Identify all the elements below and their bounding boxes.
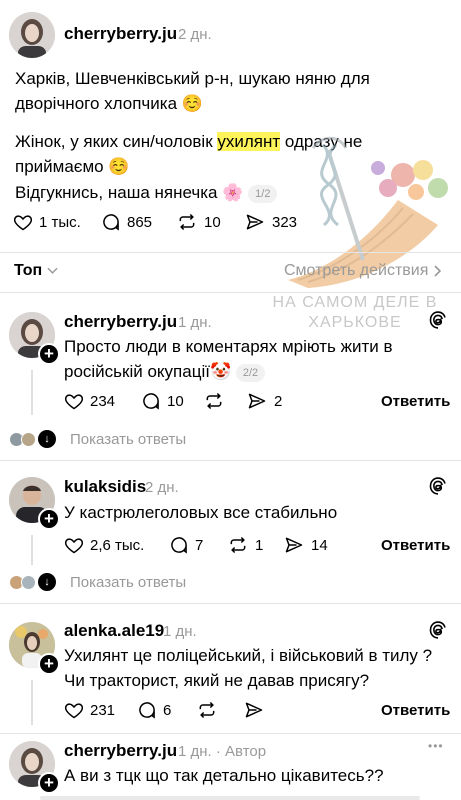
repost-count: 10 <box>204 213 221 231</box>
comment-text: Просто люди в коментарях мріють жити в р… <box>64 334 414 384</box>
comment-action[interactable]: 865 <box>101 212 152 232</box>
page-indicator-pill: 2/2 <box>235 363 266 382</box>
replier-avatar <box>21 575 36 590</box>
reply-button[interactable]: Ответить <box>381 393 450 410</box>
share-icon <box>245 702 263 718</box>
repost-action[interactable]: 1 <box>227 535 263 555</box>
threads-logo-icon[interactable] <box>428 620 448 640</box>
repost-icon <box>230 536 246 554</box>
comment-action[interactable]: 10 <box>141 391 184 411</box>
arrow-down-icon: ↓ <box>38 430 56 448</box>
chevron-down-icon <box>47 267 58 274</box>
divider <box>0 603 461 604</box>
bottom-bar <box>40 796 420 800</box>
like-count: 231 <box>90 701 116 719</box>
like-action[interactable]: 234 <box>64 391 115 411</box>
comment-time: 1 дн. · Автор <box>178 743 267 760</box>
post-avatar[interactable] <box>9 12 55 58</box>
share-action[interactable] <box>243 700 271 720</box>
share-action[interactable]: 14 <box>283 535 328 555</box>
repost-action[interactable] <box>196 700 224 720</box>
comment-count: 865 <box>127 213 153 231</box>
heart-icon <box>64 703 84 719</box>
comment-time: 1 дн. <box>178 314 212 331</box>
threads-logo-icon[interactable] <box>428 310 448 330</box>
heart-icon <box>64 538 84 554</box>
like-count: 2,6 тыс. <box>90 536 145 554</box>
comment-text-body: Просто люди в коментарях мріють жити в р… <box>64 337 393 381</box>
comment-action[interactable]: 7 <box>169 535 203 555</box>
share-count: 2 <box>274 392 283 410</box>
reply-button[interactable]: Ответить <box>381 537 450 554</box>
repost-action[interactable] <box>203 391 231 411</box>
follow-plus-button[interactable]: + <box>38 653 60 675</box>
repost-action[interactable]: 10 <box>176 212 221 232</box>
sort-label: Топ <box>14 262 43 279</box>
chevron-right-icon <box>434 265 442 277</box>
comment-icon <box>103 214 119 231</box>
show-replies-link[interactable]: Показать ответы <box>70 574 186 591</box>
like-count: 1 тыс. <box>39 213 81 231</box>
arrow-down-icon: ↓ <box>38 573 56 591</box>
follow-plus-button[interactable]: + <box>38 508 60 530</box>
like-action[interactable]: 1 тыс. <box>13 212 81 232</box>
comment-time: 2 дн. <box>145 479 179 496</box>
comment-username[interactable]: cherryberry.ju <box>64 312 177 332</box>
like-action[interactable]: 2,6 тыс. <box>64 535 144 555</box>
divider <box>0 252 461 253</box>
reply-button[interactable]: Ответить <box>381 702 450 719</box>
repost-icon <box>206 392 222 410</box>
comment-username[interactable]: alenka.ale19 <box>64 621 164 641</box>
comment-icon <box>171 537 187 554</box>
view-actions-link[interactable]: Смотреть действия <box>284 262 442 280</box>
repost-count: 1 <box>255 536 264 554</box>
comment-count: 10 <box>167 392 184 410</box>
comment-text: Ухилянт це поліцейський, і військовий в … <box>64 646 433 690</box>
share-count: 14 <box>311 536 328 554</box>
share-count: 323 <box>272 213 298 231</box>
follow-plus-button[interactable]: + <box>38 343 60 365</box>
follow-plus-button[interactable]: + <box>38 772 60 794</box>
heart-icon <box>13 215 33 231</box>
replier-avatar <box>21 432 36 447</box>
post-paragraph-3-text: Відгукнись, наша нянечка 🌸 <box>15 183 244 202</box>
repost-icon <box>199 701 215 719</box>
comment-action[interactable]: 6 <box>137 700 171 720</box>
sort-dropdown[interactable]: Топ <box>14 262 58 280</box>
more-options-button[interactable]: ••• <box>428 739 444 753</box>
comment-count: 6 <box>163 701 172 719</box>
share-action[interactable]: 323 <box>244 212 297 232</box>
comment-icon <box>139 702 155 719</box>
thread-line <box>31 680 33 725</box>
thread-line <box>31 535 33 565</box>
show-replies-link[interactable]: Показать ответы <box>70 431 186 448</box>
comment-time: 1 дн. <box>163 623 197 640</box>
comment-username[interactable]: cherryberry.ju <box>64 741 177 761</box>
thread-line <box>31 370 33 415</box>
threads-logo-icon[interactable] <box>428 476 448 496</box>
share-icon <box>285 537 303 553</box>
divider <box>0 733 461 734</box>
avatar-photo <box>9 12 55 58</box>
repost-icon <box>179 213 195 231</box>
heart-icon <box>64 394 84 410</box>
comment-text: А ви з тцк що так детально цікавитесь?? <box>64 766 384 785</box>
divider <box>0 292 461 293</box>
view-actions-label: Смотреть действия <box>284 262 429 279</box>
comment-username[interactable]: kulaksidis <box>64 477 146 497</box>
share-icon <box>246 214 264 230</box>
post-time: 2 дн. <box>178 26 212 43</box>
like-action[interactable]: 231 <box>64 700 115 720</box>
share-icon <box>248 393 266 409</box>
post-paragraph-1: Харків, Шевченківський р-н, шукаю няню д… <box>15 69 370 113</box>
comment-count: 7 <box>195 536 204 554</box>
post-paragraph-2-start: Жінок, у яких син/чоловік <box>15 132 218 151</box>
share-action[interactable]: 2 <box>246 391 282 411</box>
divider <box>0 460 461 461</box>
comment-text: У кастрюлеголовых все стабильно <box>64 503 338 522</box>
comment-icon <box>143 393 159 410</box>
like-count: 234 <box>90 392 116 410</box>
post-username[interactable]: cherryberry.ju <box>64 24 177 44</box>
